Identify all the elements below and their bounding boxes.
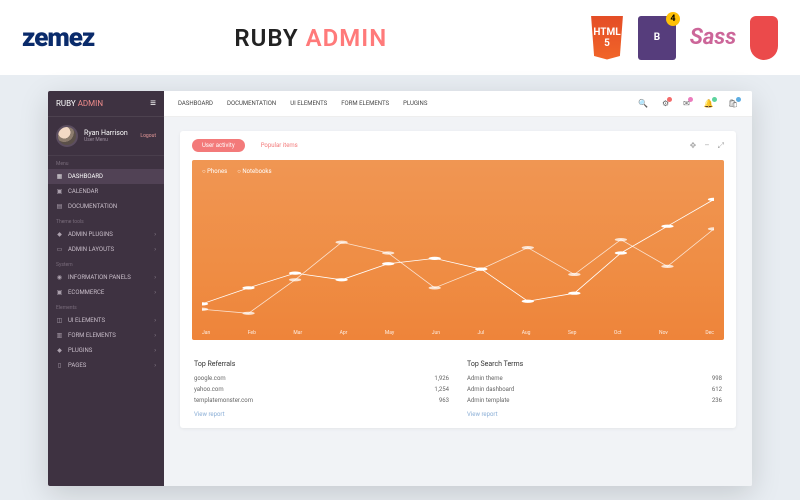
doc-icon: ▤ <box>56 203 63 210</box>
chevron-right-icon: › <box>154 289 156 296</box>
plugin2-icon: ◆ <box>56 347 63 354</box>
sidebar-item-calendar[interactable]: ▣CALENDAR <box>48 184 164 199</box>
sidebar-section-menu: Menu <box>48 156 164 169</box>
sidebar-item-admin-plugins[interactable]: ◆ADMIN PLUGINS› <box>48 227 164 242</box>
chevron-right-icon: › <box>154 332 156 339</box>
chevron-right-icon: › <box>154 362 156 369</box>
topnav-ui-elements[interactable]: UI ELEMENTS <box>290 100 327 107</box>
top-search-terms: Top Search Terms Admin theme998 Admin da… <box>467 360 722 418</box>
app-window: RUBY ADMIN ≡ Ryan Harrison User Menu Log… <box>48 91 752 486</box>
sidebar-header: RUBY ADMIN ≡ <box>48 91 164 117</box>
tab-popular-items[interactable]: Popular items <box>251 139 308 152</box>
card-actions: ✥ – ⤢ <box>690 141 724 151</box>
view-report-link[interactable]: View report <box>194 411 449 418</box>
card-move-icon[interactable]: ✥ <box>690 141 697 151</box>
brand: RUBY ADMIN <box>56 99 103 108</box>
sidebar: RUBY ADMIN ≡ Ryan Harrison User Menu Log… <box>48 91 164 486</box>
chevron-right-icon: › <box>154 317 156 324</box>
sidebar-item-dashboard[interactable]: ▦DASHBOARD <box>48 169 164 184</box>
referrals-title: Top Referrals <box>194 360 449 368</box>
tech-badges: HTML5 B Sass <box>588 16 778 60</box>
chevron-right-icon: › <box>154 246 156 253</box>
form-icon: ▥ <box>56 332 63 339</box>
sidebar-item-admin-layouts[interactable]: ▭ADMIN LAYOUTS› <box>48 242 164 257</box>
plugin-icon: ◆ <box>56 231 63 238</box>
sidebar-section-elements: Elements <box>48 300 164 313</box>
ui-icon: ◫ <box>56 317 63 324</box>
main-area: DASHBOARD DOCUMENTATION UI ELEMENTS FORM… <box>164 91 752 486</box>
settings-icon[interactable]: ⚙ <box>662 99 669 108</box>
legend-phones[interactable]: Phones <box>202 168 227 175</box>
user-profile[interactable]: Ryan Harrison User Menu Logout <box>48 117 164 156</box>
vendor-logo: zemez <box>22 23 94 53</box>
pages-icon: ▯ <box>56 362 63 369</box>
table-row: google.com1,926 <box>194 373 449 384</box>
calendar-icon: ▣ <box>56 188 63 195</box>
table-row: Admin dashboard612 <box>467 384 722 395</box>
cart-icon: ▣ <box>56 289 63 296</box>
logout-link[interactable]: Logout <box>140 133 156 139</box>
sidebar-item-form-elements[interactable]: ▥FORM ELEMENTS› <box>48 328 164 343</box>
chevron-right-icon: › <box>154 347 156 354</box>
sidebar-item-info-panels[interactable]: ◉INFORMATION PANELS› <box>48 270 164 285</box>
legend-notebooks[interactable]: Notebooks <box>237 168 271 175</box>
sidebar-section-theme: Theme tools <box>48 214 164 227</box>
card-expand-icon[interactable]: ⤢ <box>718 141 724 151</box>
top-referrals: Top Referrals google.com1,926 yahoo.com1… <box>194 360 449 418</box>
bell-icon[interactable]: 🔔 <box>704 99 714 108</box>
chart-legend: Phones Notebooks <box>202 168 714 175</box>
sidebar-item-ecommerce[interactable]: ▣ECOMMERCE› <box>48 285 164 300</box>
mail-icon[interactable]: ✉ <box>683 99 690 108</box>
hero-banner: zemez RUBY ADMIN HTML5 B Sass <box>0 0 800 75</box>
layout-icon: ▭ <box>56 246 63 253</box>
activity-card: User activity Popular items ✥ – ⤢ Phones… <box>180 131 736 428</box>
content: User activity Popular items ✥ – ⤢ Phones… <box>164 117 752 486</box>
chart: Phones Notebooks JanFebMarAprMayJunJulAu… <box>192 160 724 340</box>
search-icon[interactable]: 🔍 <box>638 99 648 108</box>
chart-area <box>202 186 714 320</box>
table-row: yahoo.com1,254 <box>194 384 449 395</box>
tab-user-activity[interactable]: User activity <box>192 139 245 152</box>
sidebar-item-ui-elements[interactable]: ◫UI ELEMENTS› <box>48 313 164 328</box>
chevron-right-icon: › <box>154 274 156 281</box>
user-meta: User Menu <box>84 137 128 143</box>
topbar: DASHBOARD DOCUMENTATION UI ELEMENTS FORM… <box>164 91 752 117</box>
sidebar-section-system: System <box>48 257 164 270</box>
html5-icon: HTML5 <box>588 16 626 60</box>
table-row: Admin template236 <box>467 395 722 406</box>
sidebar-item-documentation[interactable]: ▤DOCUMENTATION <box>48 199 164 214</box>
table-row: Admin theme998 <box>467 373 722 384</box>
topnav-documentation[interactable]: DOCUMENTATION <box>227 100 276 107</box>
menu-toggle-icon[interactable]: ≡ <box>150 98 156 109</box>
gulp-icon <box>750 16 778 60</box>
card-minimize-icon[interactable]: – <box>704 141 709 151</box>
tabs-row: User activity Popular items ✥ – ⤢ <box>180 131 736 160</box>
topnav-plugins[interactable]: PLUGINS <box>403 100 427 107</box>
sidebar-item-plugins[interactable]: ◆PLUGINS› <box>48 343 164 358</box>
chart-xaxis: JanFebMarAprMayJunJulAugSepOctNovDec <box>202 330 714 336</box>
table-row: templatemonster.com963 <box>194 395 449 406</box>
bag-icon[interactable]: 🛍 <box>728 99 738 108</box>
view-report-link[interactable]: View report <box>467 411 722 418</box>
dashboard-icon: ▦ <box>56 173 63 180</box>
sass-icon: Sass <box>688 16 738 60</box>
bottom-tables: Top Referrals google.com1,926 yahoo.com1… <box>180 350 736 428</box>
sidebar-item-pages[interactable]: ▯PAGES› <box>48 358 164 373</box>
topnav-form-elements[interactable]: FORM ELEMENTS <box>341 100 389 107</box>
bootstrap-icon: B <box>638 16 676 60</box>
topnav-dashboard[interactable]: DASHBOARD <box>178 100 213 107</box>
avatar <box>56 125 78 147</box>
product-title: RUBY ADMIN <box>234 24 387 52</box>
search-terms-title: Top Search Terms <box>467 360 722 368</box>
user-name: Ryan Harrison <box>84 129 128 137</box>
chevron-right-icon: › <box>154 231 156 238</box>
info-icon: ◉ <box>56 274 63 281</box>
